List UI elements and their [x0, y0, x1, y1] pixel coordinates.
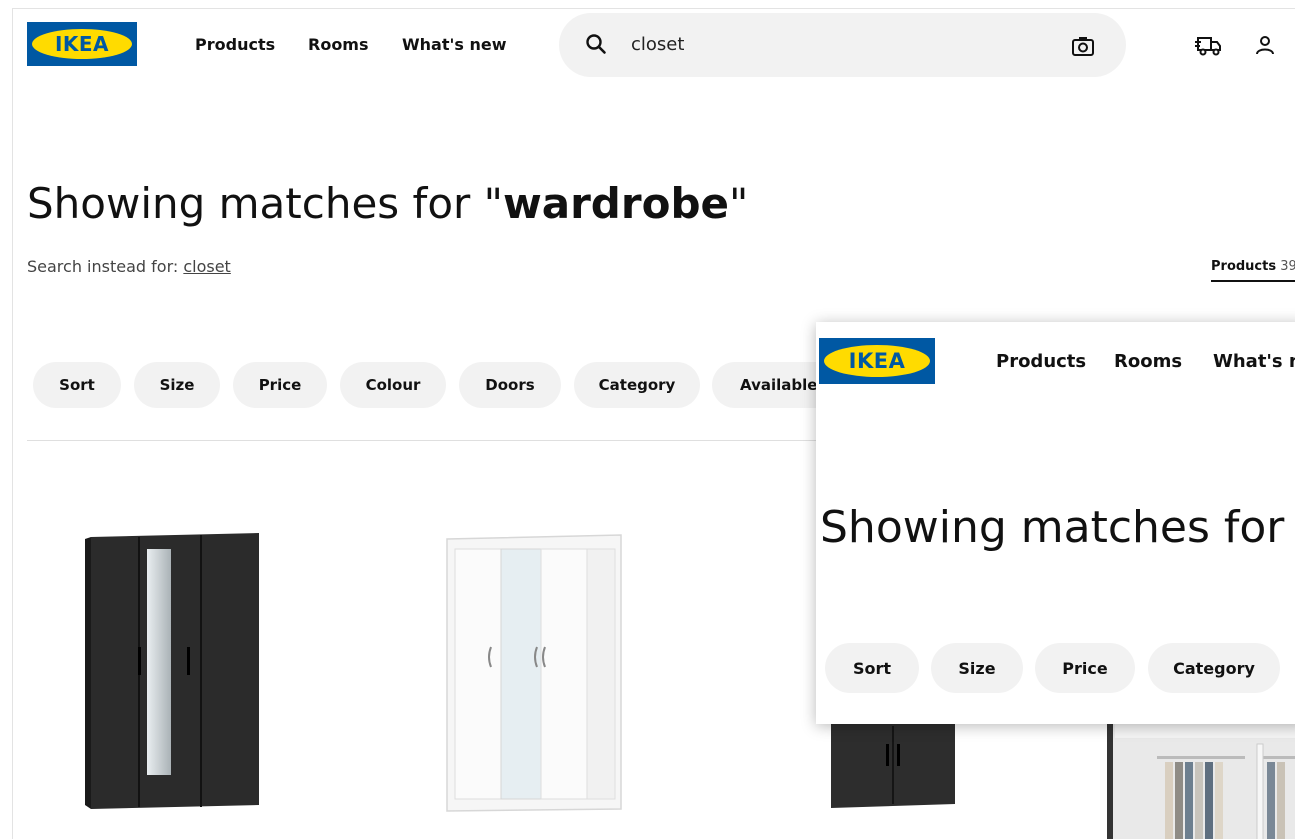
overlay-nav-rooms[interactable]: Rooms: [1114, 351, 1182, 372]
search-icon[interactable]: [585, 33, 607, 59]
filter-size[interactable]: Size: [134, 362, 220, 408]
overlay-filter-sort[interactable]: Sort: [825, 643, 919, 693]
search-bar[interactable]: closet: [559, 13, 1126, 77]
overlay-headline: Showing matches for ": [820, 502, 1295, 553]
filter-sort[interactable]: Sort: [33, 362, 121, 408]
ikea-logo[interactable]: IKEA: [27, 22, 137, 66]
nav-whats-new[interactable]: What's new: [402, 35, 507, 54]
delivery-truck-icon[interactable]: [1195, 33, 1223, 61]
products-count: 39: [1280, 259, 1295, 274]
filter-price[interactable]: Price: [233, 362, 327, 408]
logo-text: IKEA: [54, 32, 110, 56]
filter-colour[interactable]: Colour: [340, 362, 446, 408]
overlay-preview-card: IKEA Products Rooms What's ne Showing ma…: [816, 322, 1295, 724]
search-term: wardrobe: [502, 179, 729, 228]
overlay-nav-products[interactable]: Products: [996, 351, 1086, 372]
filter-doors[interactable]: Doors: [459, 362, 561, 408]
overlay-logo-text: IKEA: [848, 349, 906, 373]
results-headline: Showing matches for "wardrobe": [27, 179, 749, 228]
tab-products[interactable]: Products 39: [1211, 259, 1295, 282]
search-instead-link[interactable]: closet: [183, 257, 230, 276]
overlay-filter-category[interactable]: Category: [1148, 643, 1280, 693]
overlay-nav-whats-new[interactable]: What's ne: [1213, 351, 1295, 372]
product-image-closet-interior[interactable]: [1107, 724, 1295, 839]
nav-rooms[interactable]: Rooms: [308, 35, 369, 54]
product-image-white-wardrobe[interactable]: [441, 529, 626, 818]
overlay-filter-size[interactable]: Size: [931, 643, 1023, 693]
filter-category[interactable]: Category: [574, 362, 700, 408]
product-image-dark-wardrobe-partial[interactable]: [831, 724, 961, 814]
overlay-filter-price[interactable]: Price: [1035, 643, 1135, 693]
search-instead: Search instead for: closet: [27, 257, 231, 276]
overlay-ikea-logo[interactable]: IKEA: [819, 338, 935, 384]
search-input[interactable]: closet: [631, 34, 684, 55]
product-image-black-wardrobe[interactable]: [83, 527, 263, 816]
nav-products[interactable]: Products: [195, 35, 275, 54]
camera-icon[interactable]: [1071, 35, 1095, 61]
user-icon[interactable]: [1253, 33, 1277, 61]
